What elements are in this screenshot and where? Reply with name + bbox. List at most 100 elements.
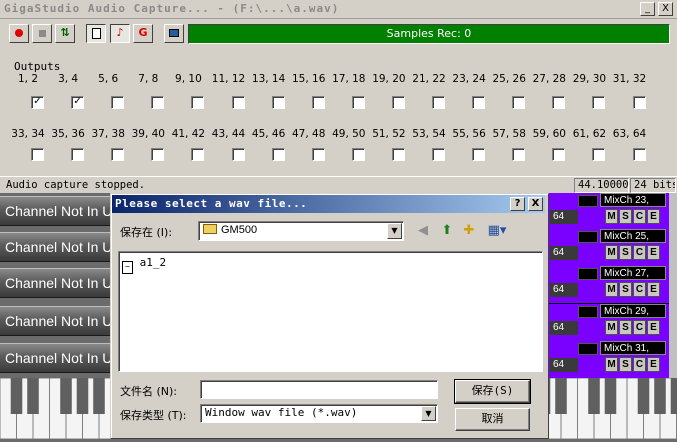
channel-c-button[interactable]: C [633,320,646,335]
mix-channel-select[interactable]: MixCh 31, [600,341,666,355]
output-checkbox[interactable] [191,96,204,109]
output-checkbox[interactable] [151,96,164,109]
channel-e-button[interactable]: E [647,357,660,372]
save-button[interactable]: 保存(S) [455,380,530,403]
channel-c-button[interactable]: C [633,245,646,260]
black-key[interactable] [638,378,650,414]
stop-button[interactable] [32,24,52,43]
filetype-select[interactable]: Window wav file (*.wav) ▼ [200,404,438,423]
output-checkbox[interactable] [312,148,325,161]
channel-s-button[interactable]: S [619,245,632,260]
capture-titlebar[interactable]: GigaStudio Audio Capture... - (F:\...\a.… [0,0,677,19]
output-checkbox[interactable] [111,96,124,109]
mix-channel-select[interactable]: MixCh 25, [600,229,666,243]
black-key[interactable] [555,378,567,414]
channel-c-button[interactable]: C [633,282,646,297]
output-checkbox[interactable] [151,148,164,161]
record-button[interactable] [9,24,29,43]
output-checkbox[interactable] [352,96,365,109]
channel-m-button[interactable]: M [605,357,618,372]
file-item[interactable]: ~ a1_2 [122,256,166,274]
black-key[interactable] [588,378,600,414]
output-checkbox[interactable] [512,148,525,161]
channel-dropdown[interactable] [578,268,598,280]
channel-m-button[interactable]: M [605,209,618,224]
monitor-button[interactable] [164,24,184,43]
black-key[interactable] [93,378,105,414]
chevron-down-icon[interactable]: ▼ [387,223,402,239]
save-in-combo[interactable]: GM500 ▼ [198,221,404,241]
chevron-down-icon[interactable]: ▼ [421,406,436,421]
output-checkbox[interactable] [472,96,485,109]
channel-e-button[interactable]: E [647,245,660,260]
channel-dropdown[interactable] [578,343,598,355]
output-checkbox[interactable] [592,96,605,109]
channel-s-button[interactable]: S [619,357,632,372]
channel-dropdown[interactable] [578,195,598,207]
filename-field[interactable] [200,380,438,399]
output-checkbox[interactable] [633,148,646,161]
channel-e-button[interactable]: E [647,320,660,335]
dialog-close-button[interactable]: X [528,197,543,211]
back-icon[interactable]: ◀ [414,222,432,240]
black-key[interactable] [11,378,23,414]
mix-channel-select[interactable]: MixCh 29, [600,304,666,318]
cancel-button[interactable]: 取消 [455,408,530,431]
output-checkbox[interactable] [392,148,405,161]
black-key[interactable] [77,378,89,414]
close-button[interactable]: X [658,2,673,16]
black-key[interactable] [654,378,666,414]
output-checkbox[interactable] [352,148,365,161]
output-checkbox[interactable] [232,148,245,161]
channel-s-button[interactable]: S [619,282,632,297]
up-folder-icon[interactable]: ⬆ [438,222,456,240]
output-checkbox[interactable] [552,148,565,161]
output-checkbox[interactable] [312,96,325,109]
output-checkbox[interactable] [31,148,44,161]
output-checkbox[interactable] [633,96,646,109]
document-tool-button[interactable] [86,24,106,43]
output-label: 17, 18 [329,73,369,85]
channel-m-button[interactable]: M [605,282,618,297]
channel-s-button[interactable]: S [619,320,632,335]
output-checkbox[interactable] [432,148,445,161]
output-checkbox[interactable]: ✓ [71,96,84,109]
minimize-button[interactable]: _ [640,2,655,16]
black-key[interactable] [671,378,677,414]
channel-dropdown[interactable] [578,231,598,243]
output-checkbox[interactable] [272,96,285,109]
view-menu-icon[interactable]: ▦▾ [484,222,510,240]
channel-c-button[interactable]: C [633,357,646,372]
loop-button[interactable]: ⇅ [55,24,75,43]
channel-m-button[interactable]: M [605,320,618,335]
channel-m-button[interactable]: M [605,245,618,260]
new-folder-icon[interactable]: ✚ [460,222,478,240]
output-checkbox[interactable] [392,96,405,109]
output-checkbox[interactable] [191,148,204,161]
output-checkbox[interactable]: ✓ [31,96,44,109]
channel-e-button[interactable]: E [647,282,660,297]
channel-e-button[interactable]: E [647,209,660,224]
mix-channel-select[interactable]: MixCh 27, [600,266,666,280]
output-checkbox[interactable] [552,96,565,109]
output-checkbox[interactable] [71,148,84,161]
output-checkbox[interactable] [472,148,485,161]
g-button[interactable]: G [133,24,153,43]
mix-channel-select[interactable]: MixCh 23, [600,193,666,207]
black-key[interactable] [60,378,72,414]
output-checkbox[interactable] [432,96,445,109]
dialog-titlebar[interactable]: Please select a wav file... ? X [112,195,545,213]
black-key[interactable] [27,378,39,414]
help-button[interactable]: ? [510,197,525,211]
output-checkbox[interactable] [512,96,525,109]
black-key[interactable] [605,378,617,414]
midi-tool-button[interactable]: ♪ [110,24,130,43]
output-checkbox[interactable] [111,148,124,161]
output-checkbox[interactable] [272,148,285,161]
channel-s-button[interactable]: S [619,209,632,224]
output-checkbox[interactable] [592,148,605,161]
output-checkbox[interactable] [232,96,245,109]
file-list[interactable]: ~ a1_2 [118,251,543,372]
channel-dropdown[interactable] [578,306,598,318]
channel-c-button[interactable]: C [633,209,646,224]
